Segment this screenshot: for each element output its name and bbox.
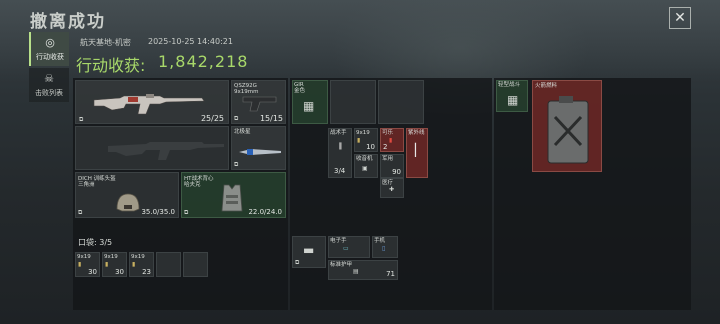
knife-slot[interactable]: 北极星 ⧉ [231, 126, 286, 170]
harvest-label: 行动收获: [76, 56, 146, 75]
armor-mod-icon: ⧉ [184, 209, 189, 216]
fuel-canister-icon [547, 96, 589, 164]
rifle-placeholder-icon [108, 142, 224, 160]
uv-lamp-icon: ▏ [415, 143, 425, 157]
tab-defeated-list[interactable]: ☠ 击败列表 [29, 68, 69, 102]
harvest-value: 1,842,218 [158, 52, 249, 71]
knife-icon [239, 149, 281, 155]
backpack-empty-slot[interactable] [378, 80, 424, 124]
armor-durability: 22.0/24.0 [248, 208, 282, 216]
backpack-item-label: 9x19 [356, 130, 370, 136]
electronic-device-icon: ▭ [343, 245, 349, 252]
helmet-mod-icon: ⧉ [78, 209, 83, 216]
backpack-item-label: 战术手 [330, 130, 347, 136]
backpack-item-label: 紫外线 [408, 130, 425, 136]
raid-location: 航天基地-机密 [80, 38, 131, 47]
backpack-item-label: 手机 [374, 238, 386, 244]
pocket-slot[interactable]: 9x19 ▮ 30 [75, 252, 100, 277]
pocket-item-label: 9x19 [131, 254, 145, 260]
pocket-item-count: 23 [142, 268, 151, 276]
knife-mod-icon: ⧉ [234, 161, 239, 168]
flashlight-icon: ▐ [337, 143, 342, 150]
ammo-icon: ▮ [78, 261, 82, 268]
stash-item[interactable]: 轻型战斗 ▦ [496, 80, 528, 112]
backpack-item[interactable]: 可乐 ▮ 2 [380, 128, 404, 152]
helmet-subname: 三角洲 [78, 182, 95, 188]
empty-weapon-slot[interactable] [75, 126, 229, 170]
primary-weapon-count: 25/25 [200, 114, 224, 123]
medkit-icon: ✚ [389, 186, 395, 193]
backpack-item[interactable]: 医疗 ✚ [380, 178, 404, 198]
pocket-slot[interactable]: 9x19 ▮ 30 [102, 252, 127, 277]
weapon-mod-icon: ⧉ [79, 116, 84, 123]
pocket-title: 口袋: 3/5 [78, 238, 113, 247]
helmet-icon [116, 193, 140, 212]
backpack-item-count: 10 [366, 143, 375, 151]
pistol-icon [242, 96, 277, 112]
knife-name: 北极星 [234, 129, 251, 135]
backpack-item-count: 2 [383, 143, 388, 151]
stash-item-label: 轻型战斗 [498, 82, 521, 88]
armor-subname: 哈夫克 [184, 182, 201, 188]
radio-icon: ▣ [362, 165, 368, 172]
backpack-item-label: 可乐 [382, 130, 394, 136]
backpack-item-count: 3/4 [334, 167, 346, 175]
primary-weapon-slot[interactable]: ⧉ 25/25 [75, 80, 229, 124]
helmet-slot[interactable]: DICH 训练头盔 三角洲 ⧉ 35.0/35.0 [75, 172, 179, 218]
target-icon: ◎ [45, 36, 55, 49]
pocket-slot-empty[interactable] [156, 252, 181, 277]
vest-icon: ▦ [507, 93, 519, 107]
raid-timestamp: 2025-10-25 14:40:21 [148, 37, 233, 46]
tab-harvest-label: 行动收获 [36, 53, 64, 61]
page-title: 撤离成功 [30, 12, 106, 32]
case-mod-icon: ⧉ [295, 259, 300, 266]
backpack-weapon-case[interactable]: ⧉ ▬ [292, 236, 326, 268]
ammo-icon: ▮ [132, 261, 136, 268]
backpack-item-label: 电子手 [330, 238, 347, 244]
weapon-mod-icon: ⧉ [234, 115, 239, 122]
stash-item-label: 火箭燃料 [535, 83, 558, 89]
backpack-item-count: 71 [386, 270, 395, 278]
backpack-empty-slot[interactable] [330, 80, 376, 124]
backpack-item[interactable]: 标准护甲 ▤ 71 [328, 260, 398, 280]
backpack-item-label: 收音机 [356, 156, 373, 162]
backpack-item-label: 军用 [382, 156, 394, 162]
backpack-item[interactable]: 手机 ▯ [372, 236, 398, 258]
weapon-case-icon: ▬ [303, 243, 315, 257]
armor-vest-icon [221, 184, 243, 212]
tab-harvest[interactable]: ◎ 行动收获 [29, 32, 69, 66]
tab-defeated-label: 击败列表 [35, 89, 63, 97]
pocket-item-label: 9x19 [104, 254, 118, 260]
chest-rig-icon: ▦ [303, 99, 315, 113]
ammo-icon: ▮ [105, 261, 109, 268]
skull-icon: ☠ [44, 72, 54, 85]
helmet-durability: 35.0/35.0 [141, 208, 175, 216]
pocket-item-label: 9x19 [77, 254, 91, 260]
backpack-item-count: 90 [392, 168, 401, 176]
backpack-item[interactable]: 收音机 ▣ [354, 154, 378, 178]
ammo-icon: ▮ [357, 137, 361, 144]
backpack-item[interactable]: 军用 90 [380, 154, 404, 178]
armor-slot[interactable]: HT战术背心 哈夫克 ⧉ 22.0/24.0 [181, 172, 286, 218]
backpack-item[interactable]: 电子手 ▭ [328, 236, 370, 258]
armor-plate-icon: ▤ [353, 268, 359, 275]
pocket-slot-empty[interactable] [183, 252, 208, 277]
stash-item[interactable]: 火箭燃料 [532, 80, 602, 172]
rifle-icon [93, 94, 205, 115]
backpack-item[interactable]: 紫外线 ▏ [406, 128, 428, 178]
backpack-item-sub: 金色 [294, 88, 306, 94]
secondary-weapon-slot[interactable]: QSZ92G 9x19mm ⧉ 15/15 [231, 80, 286, 124]
secondary-weapon-count: 15/15 [259, 114, 283, 123]
pocket-slot[interactable]: 9x19 ▮ 23 [129, 252, 154, 277]
backpack-item-label: 标准护甲 [330, 262, 353, 268]
close-icon: ✕ [674, 10, 686, 26]
phone-icon: ▯ [382, 245, 386, 252]
backpack-item[interactable]: 9x19 ▮ 10 [354, 128, 378, 152]
pocket-item-count: 30 [88, 268, 97, 276]
cola-can-icon: ▮ [389, 137, 393, 144]
close-button[interactable]: ✕ [669, 7, 691, 29]
pocket-item-count: 30 [115, 268, 124, 276]
backpack-item[interactable]: 战术手 ▐ 3/4 [328, 128, 352, 178]
backpack-item[interactable]: GIR 金色 ▦ [292, 80, 328, 124]
